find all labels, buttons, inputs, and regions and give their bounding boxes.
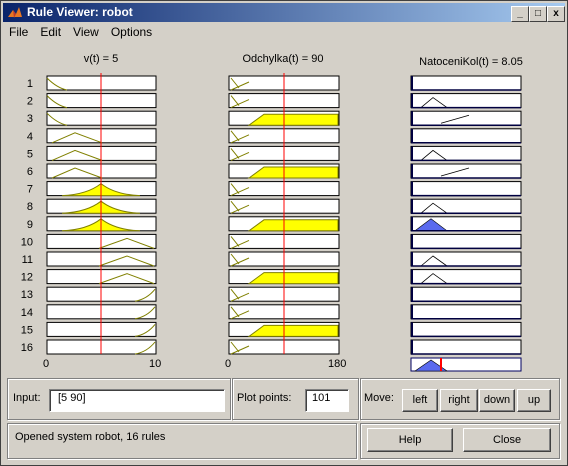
rule-output-box bbox=[410, 339, 522, 355]
plot-points-field[interactable]: 101 bbox=[305, 389, 349, 412]
input1-xmin: 0 bbox=[43, 358, 50, 370]
rule-output-box bbox=[410, 163, 522, 179]
input-vector-field[interactable]: [5 90] bbox=[49, 389, 225, 412]
rule-output-box bbox=[410, 181, 522, 197]
rule-number: 5 bbox=[27, 148, 33, 160]
rule-number: 9 bbox=[27, 219, 33, 231]
rule-output-box bbox=[410, 321, 522, 337]
input-field-label: Input: bbox=[13, 392, 41, 404]
rule-output-box bbox=[410, 75, 522, 91]
rule-number: 11 bbox=[22, 254, 33, 266]
rule-output-box bbox=[410, 110, 522, 126]
rule-output-box bbox=[410, 198, 522, 214]
rule-output-box bbox=[410, 128, 522, 144]
rule-number: 4 bbox=[27, 131, 33, 143]
rule-plots[interactable]: 12345678910111213141516 bbox=[1, 1, 567, 373]
rule-number: 3 bbox=[27, 113, 33, 125]
rule-number: 13 bbox=[21, 289, 33, 301]
input2-xmin: 0 bbox=[225, 358, 232, 370]
move-up-button[interactable]: up bbox=[517, 389, 551, 412]
rule-output-box bbox=[410, 269, 522, 285]
rule-number: 12 bbox=[21, 272, 33, 284]
rule-number: 2 bbox=[27, 96, 33, 108]
rule-viewer-window: Rule Viewer: robot _ □ x File Edit View Opt… bbox=[0, 0, 568, 466]
rule-number: 7 bbox=[27, 184, 33, 196]
move-right-button[interactable]: right bbox=[440, 389, 478, 412]
rule-input2-mf bbox=[247, 113, 339, 126]
rule-input2-mf bbox=[247, 219, 339, 232]
rule-number: 14 bbox=[21, 307, 33, 319]
rule-number: 1 bbox=[27, 78, 33, 90]
rule-input2-mf bbox=[247, 272, 339, 285]
rule-input2-mf bbox=[247, 166, 339, 179]
rule-output-box bbox=[410, 251, 522, 267]
rule-output-box bbox=[410, 145, 522, 161]
move-left-button[interactable]: left bbox=[402, 389, 438, 412]
rule-number: 16 bbox=[21, 342, 33, 354]
move-label: Move: bbox=[364, 392, 394, 404]
help-button[interactable]: Help bbox=[367, 428, 453, 452]
rule-number: 15 bbox=[21, 324, 33, 336]
rule-output-box bbox=[410, 233, 522, 249]
move-down-button[interactable]: down bbox=[479, 389, 515, 412]
rule-output-box bbox=[410, 286, 522, 302]
rule-output-box bbox=[410, 93, 522, 109]
input2-xmax: 180 bbox=[328, 358, 347, 370]
status-text: Opened system robot, 16 rules bbox=[15, 431, 166, 443]
input1-xmax: 10 bbox=[149, 358, 162, 370]
rule-input2-mf bbox=[247, 324, 339, 337]
close-button[interactable]: Close bbox=[463, 428, 551, 452]
rule-number: 6 bbox=[27, 166, 33, 178]
rule-number: 8 bbox=[27, 201, 33, 213]
plot-points-label: Plot points: bbox=[237, 392, 292, 404]
rule-output-box bbox=[410, 304, 522, 320]
rule-number: 10 bbox=[21, 236, 33, 248]
